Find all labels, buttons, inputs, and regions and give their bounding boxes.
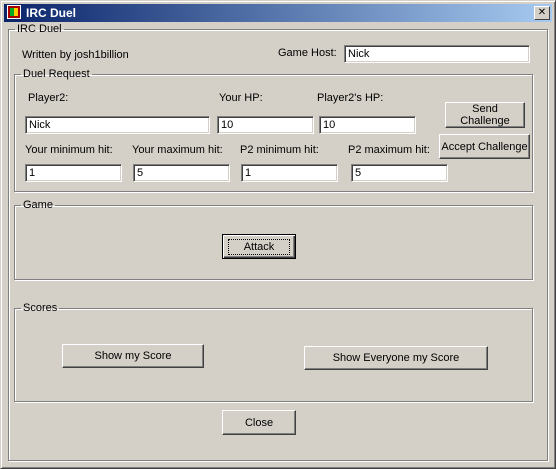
scores-legend: Scores — [23, 302, 58, 314]
your-max-hit-input[interactable] — [133, 164, 230, 182]
your-hp-label: Your HP: — [219, 92, 263, 104]
title-bar[interactable]: IRC Duel ✕ — [4, 4, 552, 22]
game-host-label: Game Host: — [278, 47, 337, 59]
game-host-input[interactable] — [344, 45, 530, 63]
p2-min-hit-input[interactable] — [241, 164, 338, 182]
show-my-score-button[interactable]: Show my Score — [62, 344, 204, 368]
attack-button[interactable]: Attack — [222, 234, 296, 259]
game-legend: Game — [23, 199, 53, 211]
player2-hp-label: Player2's HP: — [317, 92, 384, 104]
attack-button-label: Attack — [227, 238, 291, 255]
your-max-hit-label: Your maximum hit: — [132, 144, 223, 156]
irc-duel-window: IRC Duel ✕ IRC Duel Written by josh1bill… — [0, 0, 556, 469]
window-title: IRC Duel — [26, 6, 77, 20]
your-min-hit-label: Your minimum hit: — [25, 144, 113, 156]
accept-challenge-button[interactable]: Accept Challenge — [439, 134, 530, 159]
player2-label: Player2: — [28, 92, 69, 104]
irc-duel-legend: IRC Duel — [17, 23, 62, 35]
your-min-hit-input[interactable] — [25, 164, 122, 182]
p2-min-hit-label: P2 minimum hit: — [240, 144, 319, 156]
duel-request-legend: Duel Request — [23, 68, 90, 80]
your-hp-input[interactable] — [217, 116, 314, 134]
player2-hp-input[interactable] — [319, 116, 416, 134]
send-challenge-button[interactable]: Send Challenge — [445, 102, 525, 128]
p2-max-hit-label: P2 maximum hit: — [348, 144, 430, 156]
player2-input[interactable] — [25, 116, 210, 134]
p2-max-hit-input[interactable] — [351, 164, 448, 182]
app-icon — [7, 5, 21, 19]
close-button[interactable]: Close — [222, 410, 296, 435]
show-everyone-score-button[interactable]: Show Everyone my Score — [304, 346, 488, 370]
close-icon[interactable]: ✕ — [534, 6, 550, 20]
written-by-label: Written by josh1billion — [22, 49, 129, 61]
